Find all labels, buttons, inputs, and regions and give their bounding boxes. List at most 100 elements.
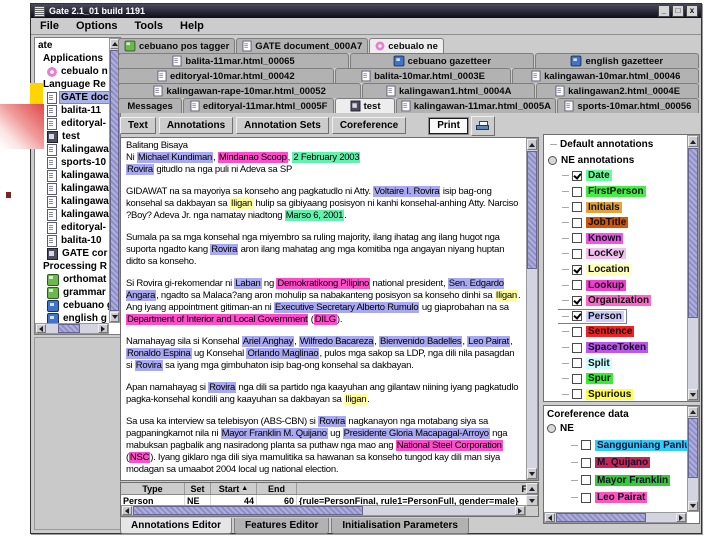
annotation-span-person[interactable]: Voltaire I. Rovira: [373, 186, 441, 197]
tree-item-editoryal[interactable]: editoryal-: [35, 117, 109, 130]
annotation-span-person[interactable]: Bienvenido Badelles: [379, 336, 463, 347]
annotation-type-known[interactable]: Known: [558, 231, 687, 247]
coreference-chain-sangguniang-panlung[interactable]: Sangguniang Panlung: [569, 437, 687, 455]
scroll-up-button[interactable]: [688, 136, 698, 147]
annotation-span-person[interactable]: Leo Pairat: [467, 336, 510, 347]
column-header-set[interactable]: Set: [185, 483, 211, 494]
print-button[interactable]: Print: [429, 117, 468, 134]
scrollbar-thumb[interactable]: [556, 513, 646, 522]
view-button-annotations[interactable]: Annotations: [158, 117, 234, 134]
coreference-chain-label[interactable]: M. Quijano: [595, 457, 651, 469]
menu-options[interactable]: Options: [76, 20, 118, 32]
tree-item-orthomat[interactable]: orthomat: [35, 273, 109, 286]
tree-node-ne[interactable]: NE: [547, 421, 687, 437]
tab-kalingawan2-html-0004e[interactable]: kalingawan2.html_0004E: [536, 83, 699, 98]
annotation-type-lockey[interactable]: LocKey: [558, 246, 687, 262]
checkbox-split[interactable]: [572, 358, 582, 369]
annotation-span-person[interactable]: Rovira: [126, 164, 154, 175]
column-header-end[interactable]: End: [257, 483, 297, 494]
scroll-left-button[interactable]: [122, 506, 132, 515]
tree-expand-handle-icon[interactable]: [548, 155, 557, 165]
annotation-span-person[interactable]: Mayor Franklin M. Quijano: [220, 428, 328, 439]
menu-help[interactable]: Help: [180, 20, 204, 32]
scroll-right-button[interactable]: [676, 513, 686, 522]
document-vertical-scrollbar[interactable]: [526, 138, 538, 480]
tree-node-ne-annotations[interactable]: NE annotations: [548, 153, 687, 169]
table-vertical-spinner[interactable]: [526, 483, 538, 506]
tab-annotations-editor[interactable]: Annotations Editor: [120, 518, 232, 534]
tab-editoryal-11mar-html-0005f[interactable]: editoryal-11mar.html_0005F: [183, 98, 335, 113]
coref-horizontal-scrollbar[interactable]: [544, 512, 687, 523]
scroll-down-button[interactable]: [688, 389, 698, 400]
checkbox-location[interactable]: [572, 264, 582, 275]
menu-file[interactable]: File: [40, 20, 59, 32]
scroll-up-button[interactable]: [527, 139, 537, 150]
tree-item-sports-10[interactable]: sports-10: [35, 156, 109, 169]
printer-icon-button[interactable]: [470, 115, 495, 136]
coreference-chain-m-quijano[interactable]: M. Quijano: [569, 454, 687, 472]
scroll-right-button[interactable]: [98, 324, 108, 333]
coreference-chain-label[interactable]: Leo Pairat: [595, 492, 648, 504]
tree-item-balita-10[interactable]: balita-10: [35, 234, 109, 247]
annotation-type-label[interactable]: Initials: [586, 201, 622, 213]
annotation-type-split[interactable]: Split: [558, 355, 687, 371]
checkbox-jobtitle[interactable]: [572, 217, 582, 228]
tab-editoryal-10mar-html-00042[interactable]: editoryal-10mar.html_00042: [118, 68, 334, 83]
annotation-span-person[interactable]: Rovira: [210, 244, 239, 255]
annotation-span-person[interactable]: Rovira: [208, 382, 237, 393]
annotation-type-spur[interactable]: Spur: [558, 371, 687, 387]
scrollbar-thumb[interactable]: [527, 151, 537, 269]
tree-node-default-annotations[interactable]: Default annotations: [548, 137, 687, 153]
tab-test[interactable]: test: [335, 98, 395, 113]
annotation-type-label[interactable]: Split: [586, 357, 612, 369]
scrollbar-thumb[interactable]: [688, 418, 698, 478]
spin-down-button[interactable]: [526, 495, 538, 506]
scroll-left-button[interactable]: [36, 324, 46, 333]
tree-item-kalingawa[interactable]: kalingawa: [35, 182, 109, 195]
annotation-span-person[interactable]: Rovira: [318, 416, 347, 427]
tree-item-editoryal[interactable]: editoryal-: [35, 221, 109, 234]
checkbox-mayor-franklin[interactable]: [581, 475, 591, 486]
checkbox-spur[interactable]: [572, 373, 582, 384]
annotation-type-jobtitle[interactable]: JobTitle: [558, 215, 687, 231]
annotation-type-label[interactable]: Person: [586, 310, 624, 322]
tree-item-kalingawa[interactable]: kalingawa: [35, 195, 109, 208]
annotation-span-person[interactable]: Ronaldo Espina: [126, 348, 192, 359]
checkbox-spacetoken[interactable]: [572, 342, 582, 353]
tab-messages[interactable]: Messages: [118, 98, 183, 113]
checkbox-leo-pairat[interactable]: [581, 492, 591, 503]
annotation-type-label[interactable]: JobTitle: [586, 217, 629, 229]
types-vertical-scrollbar[interactable]: [687, 135, 699, 401]
checkbox-sangguniang-panlung[interactable]: [581, 440, 591, 451]
maximize-button[interactable]: □: [672, 5, 684, 17]
annotation-span-person[interactable]: Wilfredo Bacareza: [298, 336, 375, 347]
scroll-down-button[interactable]: [688, 501, 698, 511]
tree-item-kalingawa[interactable]: kalingawa: [35, 208, 109, 221]
annotation-type-label[interactable]: LocKey: [586, 248, 627, 260]
scroll-down-button[interactable]: [110, 312, 119, 322]
coreference-chain-mayor-franklin[interactable]: Mayor Franklin: [569, 472, 687, 490]
checkbox-initials[interactable]: [572, 202, 582, 213]
annotation-type-label[interactable]: Location: [586, 264, 632, 276]
column-header-fea[interactable]: Fea: [297, 483, 538, 494]
tree-item-test[interactable]: test: [35, 130, 109, 143]
view-button-coreference[interactable]: Coreference: [331, 117, 407, 134]
checkbox-spurious[interactable]: [572, 389, 582, 400]
checkbox-m-quijano[interactable]: [581, 457, 591, 468]
annotation-type-date[interactable]: Date: [558, 168, 687, 184]
annotation-type-firstperson[interactable]: FirstPerson: [558, 184, 687, 200]
annotation-type-label[interactable]: Known: [586, 232, 624, 244]
window-system-menu-icon[interactable]: [34, 5, 45, 17]
checkbox-person[interactable]: [572, 311, 582, 322]
annotation-span-date[interactable]: Marso 6, 2001: [284, 210, 345, 221]
view-button-text[interactable]: Text: [120, 117, 156, 134]
checkbox-sentence[interactable]: [572, 326, 582, 337]
menu-tools[interactable]: Tools: [135, 20, 164, 32]
coreference-chain-label[interactable]: Mayor Franklin: [595, 474, 671, 486]
checkbox-firstperson[interactable]: [572, 186, 582, 197]
checkbox-date[interactable]: [572, 170, 582, 181]
tree-item-ate[interactable]: ate: [35, 39, 109, 52]
tree-item-grammar[interactable]: grammar: [35, 286, 109, 299]
annotation-span-loc[interactable]: Iligan: [229, 198, 254, 209]
annotation-type-label[interactable]: Lookup: [586, 279, 627, 291]
